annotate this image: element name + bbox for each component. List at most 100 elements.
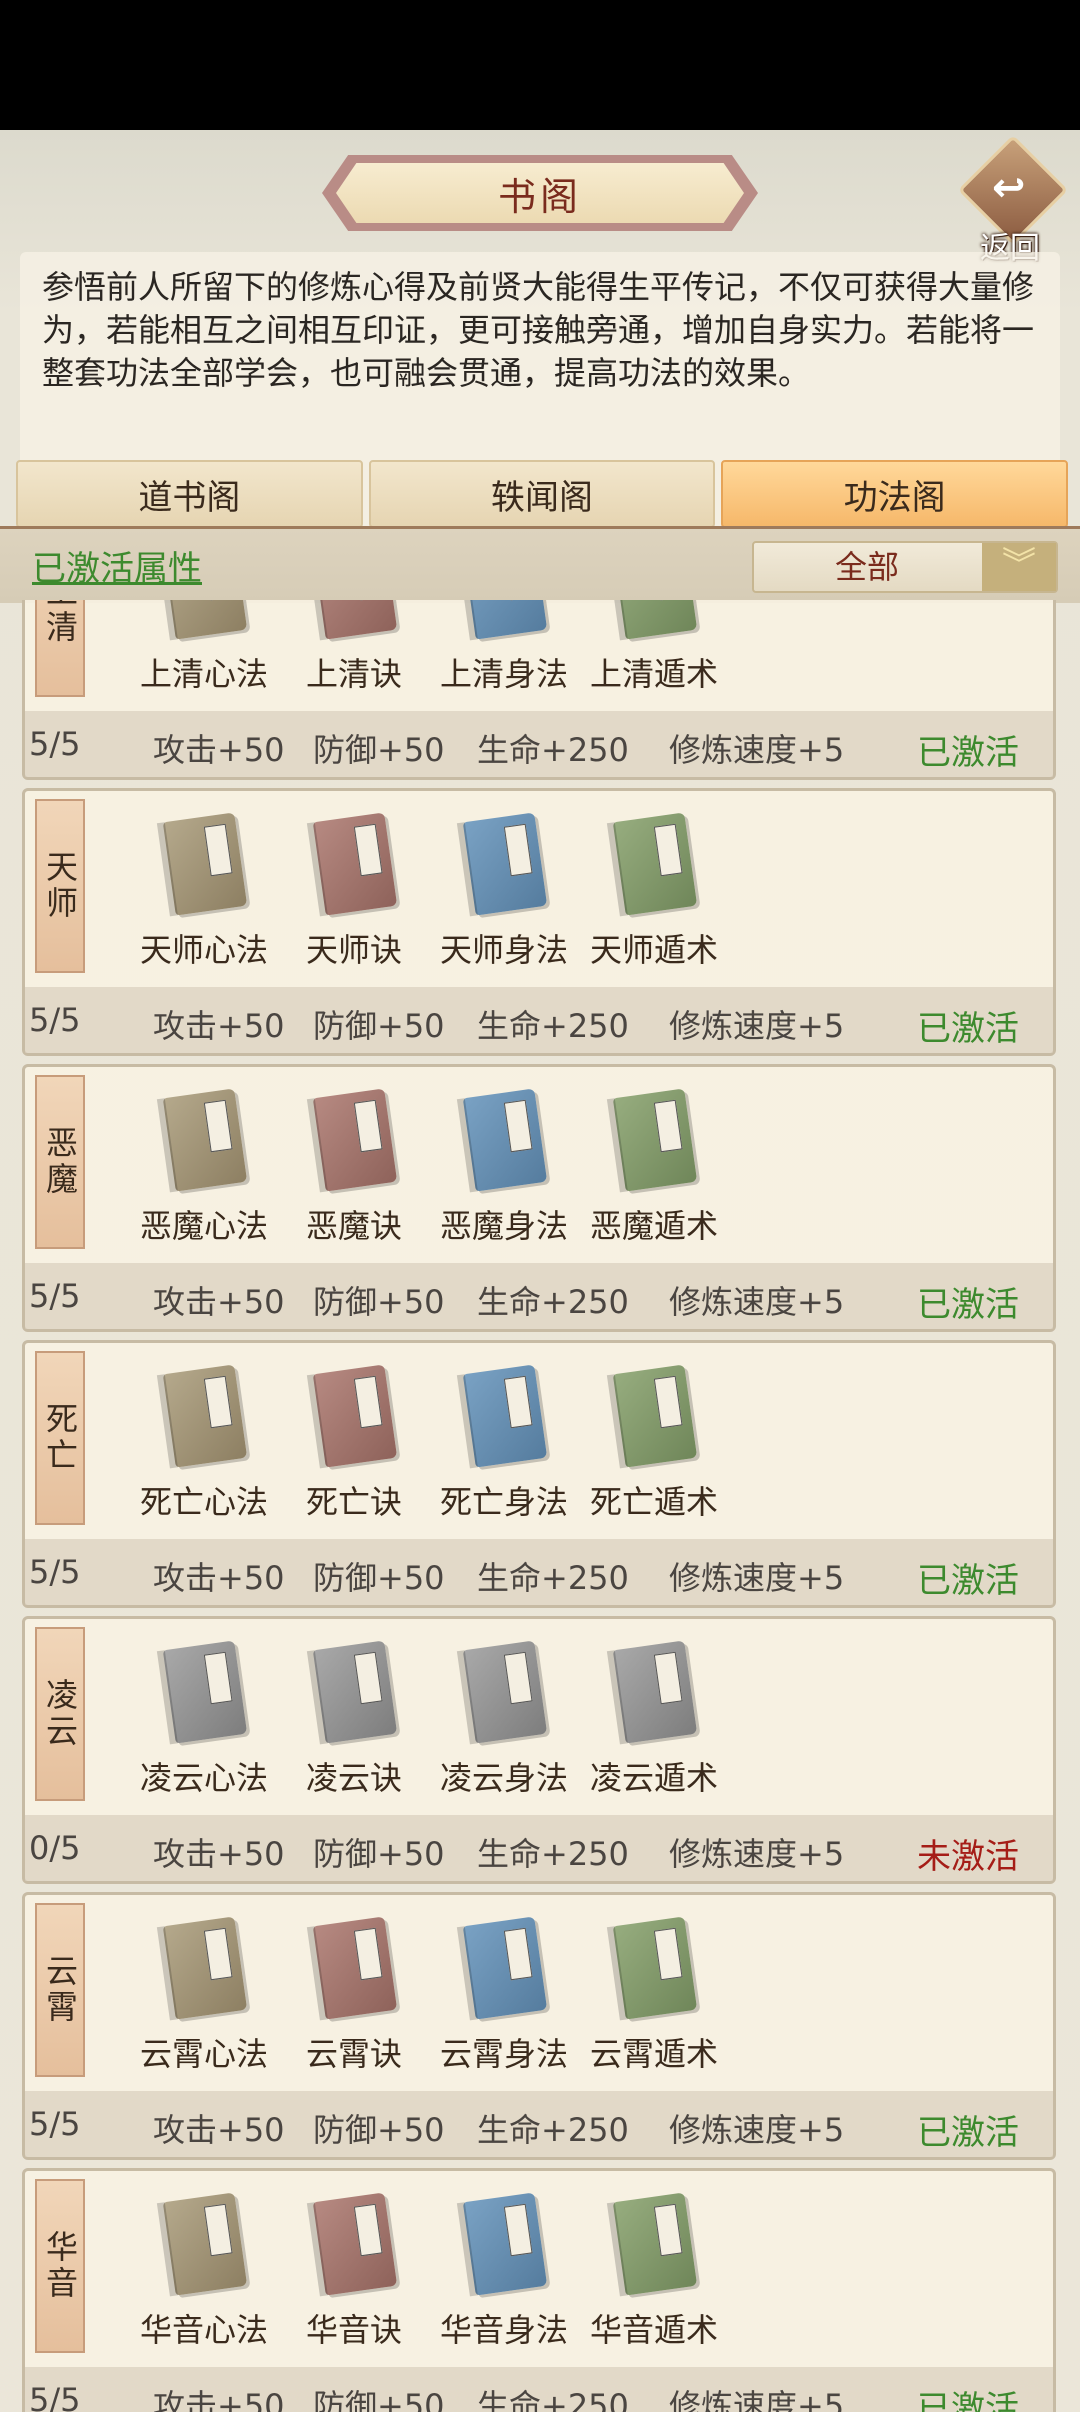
set-card[interactable]: 华音 华音心法 华音诀 华音身法 华音遁术 5/5 攻击+50 防御+50 生命+250 修炼速度… xyxy=(22,2168,1056,2412)
attack-bonus: 攻击+50 xyxy=(153,1283,285,1321)
body-technique-book-icon xyxy=(462,600,548,640)
technique-book[interactable]: 死亡遁术 xyxy=(579,1363,729,1523)
defense-bonus: 防御+50 xyxy=(313,2111,445,2149)
technique-book[interactable]: 云霄心法 xyxy=(129,1915,279,2075)
activation-status: 已激活 xyxy=(917,2113,1019,2153)
set-card[interactable]: 云霄 云霄心法 云霄诀 云霄身法 云霄遁术 5/5 攻击+50 防御+50 生命+250 修炼速度… xyxy=(22,1892,1056,2160)
technique-book[interactable]: 华音遁术 xyxy=(579,2191,729,2351)
secret-art-book-icon xyxy=(312,1088,398,1192)
escape-art-book-icon xyxy=(612,1640,698,1744)
book-name: 华音诀 xyxy=(305,2311,402,2349)
book-label-plate xyxy=(503,1099,533,1153)
set-name-tag: 恶魔 xyxy=(35,1075,85,1249)
activation-status: 已激活 xyxy=(917,2389,1019,2412)
life-bonus: 生命+250 xyxy=(477,1283,629,1321)
technique-book[interactable]: 云霄身法 xyxy=(429,1915,579,2075)
technique-book[interactable]: 恶魔心法 xyxy=(129,1087,279,1247)
defense-bonus: 防御+50 xyxy=(313,1007,445,1045)
activation-status: 已激活 xyxy=(917,1561,1019,1601)
technique-book[interactable]: 云霄遁术 xyxy=(579,1915,729,2075)
set-progress: 5/5 xyxy=(29,1001,81,1039)
body-technique-book-icon xyxy=(462,2192,548,2296)
book-name: 凌云身法 xyxy=(439,1759,568,1797)
set-bonus-row: 5/5 攻击+50 防御+50 生命+250 修炼速度+5 已激活 xyxy=(25,1263,1053,1329)
technique-book[interactable]: 天师心法 xyxy=(129,811,279,971)
life-bonus: 生命+250 xyxy=(477,2111,629,2149)
cultivation-speed-bonus: 修炼速度+5 xyxy=(669,2111,845,2149)
technique-set-list[interactable]: 上清 上清心法 上清诀 上清身法 上清遁术 5/5 攻击+50 防御+50 生命+250 修炼速度… xyxy=(22,600,1056,2412)
technique-book[interactable]: 恶魔身法 xyxy=(429,1087,579,1247)
book-label-plate xyxy=(203,1099,233,1153)
life-bonus: 生命+250 xyxy=(477,1007,629,1045)
book-name: 天师诀 xyxy=(305,931,402,969)
technique-book[interactable]: 上清身法 xyxy=(429,600,579,695)
activation-status: 已激活 xyxy=(917,733,1019,773)
set-card[interactable]: 恶魔 恶魔心法 恶魔诀 恶魔身法 恶魔遁术 5/5 攻击+50 防御+50 生命+250 修炼速度… xyxy=(22,1064,1056,1332)
book-name: 华音心法 xyxy=(139,2311,268,2349)
activation-status: 未激活 xyxy=(917,1837,1019,1877)
set-card[interactable]: 凌云 凌云心法 凌云诀 凌云身法 凌云遁术 0/5 攻击+50 防御+50 生命+250 修炼速度… xyxy=(22,1616,1056,1884)
technique-book[interactable]: 凌云遁术 xyxy=(579,1639,729,1799)
secret-art-book-icon xyxy=(312,1364,398,1468)
technique-book[interactable]: 华音身法 xyxy=(429,2191,579,2351)
body-technique-book-icon xyxy=(462,1640,548,1744)
cultivation-speed-bonus: 修炼速度+5 xyxy=(669,1007,845,1045)
tab-daoshu[interactable]: 道书阁 xyxy=(16,460,363,528)
defense-bonus: 防御+50 xyxy=(313,1559,445,1597)
set-name-tag: 华音 xyxy=(35,2179,85,2353)
technique-book[interactable]: 天师诀 xyxy=(279,811,429,971)
heart-method-book-icon xyxy=(162,1364,248,1468)
technique-book[interactable]: 恶魔诀 xyxy=(279,1087,429,1247)
defense-bonus: 防御+50 xyxy=(313,1283,445,1321)
set-name: 死亡 xyxy=(41,1402,79,1474)
tab-yiwen[interactable]: 轶闻阁 xyxy=(368,460,716,528)
technique-book[interactable]: 云霄诀 xyxy=(279,1915,429,2075)
technique-book[interactable]: 死亡心法 xyxy=(129,1363,279,1523)
cultivation-speed-bonus: 修炼速度+5 xyxy=(669,1559,845,1597)
set-name: 凌云 xyxy=(41,1678,79,1750)
technique-book[interactable]: 上清遁术 xyxy=(579,600,729,695)
technique-book[interactable]: 天师身法 xyxy=(429,811,579,971)
technique-book[interactable]: 天师遁术 xyxy=(579,811,729,971)
chevron-down-icon[interactable]: ︾ xyxy=(982,543,1056,591)
cultivation-speed-bonus: 修炼速度+5 xyxy=(669,1283,845,1321)
technique-book[interactable]: 凌云身法 xyxy=(429,1639,579,1799)
set-name: 上清 xyxy=(41,600,79,646)
book-name: 云霄心法 xyxy=(139,2035,268,2073)
attack-bonus: 攻击+50 xyxy=(153,2387,285,2412)
set-card[interactable]: 死亡 死亡心法 死亡诀 死亡身法 死亡遁术 5/5 攻击+50 防御+50 生命+250 修炼速度… xyxy=(22,1340,1056,1608)
escape-art-book-icon xyxy=(612,812,698,916)
book-name: 恶魔心法 xyxy=(139,1207,268,1245)
book-name: 天师身法 xyxy=(439,931,568,969)
attack-bonus: 攻击+50 xyxy=(153,1835,285,1873)
technique-book[interactable]: 上清心法 xyxy=(129,600,279,695)
book-label-plate xyxy=(503,823,533,877)
set-name-tag: 上清 xyxy=(35,600,85,697)
set-name: 恶魔 xyxy=(41,1126,79,1198)
book-label-plate xyxy=(353,1099,383,1153)
technique-book[interactable]: 恶魔遁术 xyxy=(579,1087,729,1247)
technique-book[interactable]: 凌云诀 xyxy=(279,1639,429,1799)
technique-book[interactable]: 死亡身法 xyxy=(429,1363,579,1523)
technique-book[interactable]: 华音心法 xyxy=(129,2191,279,2351)
title-plaque: 书阁 xyxy=(322,155,758,231)
tab-gongfa[interactable]: 功法阁 xyxy=(721,460,1069,528)
technique-book[interactable]: 华音诀 xyxy=(279,2191,429,2351)
set-name: 天师 xyxy=(41,850,79,922)
book-name: 天师遁术 xyxy=(589,931,718,969)
filter-dropdown-value: 全部 xyxy=(834,548,899,586)
book-name: 凌云遁术 xyxy=(589,1759,718,1797)
set-bonus-row: 5/5 攻击+50 防御+50 生命+250 修炼速度+5 已激活 xyxy=(25,1539,1053,1605)
set-name: 华音 xyxy=(41,2230,79,2302)
book-label-plate xyxy=(353,1375,383,1429)
escape-art-book-icon xyxy=(612,1916,698,2020)
page-title: 书阁 xyxy=(497,174,582,219)
set-card[interactable]: 上清 上清心法 上清诀 上清身法 上清遁术 5/5 攻击+50 防御+50 生命+250 修炼速度… xyxy=(22,600,1056,780)
set-card[interactable]: 天师 天师心法 天师诀 天师身法 天师遁术 5/5 攻击+50 防御+50 生命+250 修炼速度… xyxy=(22,788,1056,1056)
technique-book[interactable]: 死亡诀 xyxy=(279,1363,429,1523)
technique-book[interactable]: 上清诀 xyxy=(279,600,429,695)
technique-book[interactable]: 凌云心法 xyxy=(129,1639,279,1799)
back-button[interactable]: ↩ 返回 xyxy=(957,134,1069,266)
filter-dropdown[interactable]: 全部 ︾ xyxy=(752,541,1058,593)
activated-attributes-link[interactable]: 已激活属性 xyxy=(32,541,202,590)
